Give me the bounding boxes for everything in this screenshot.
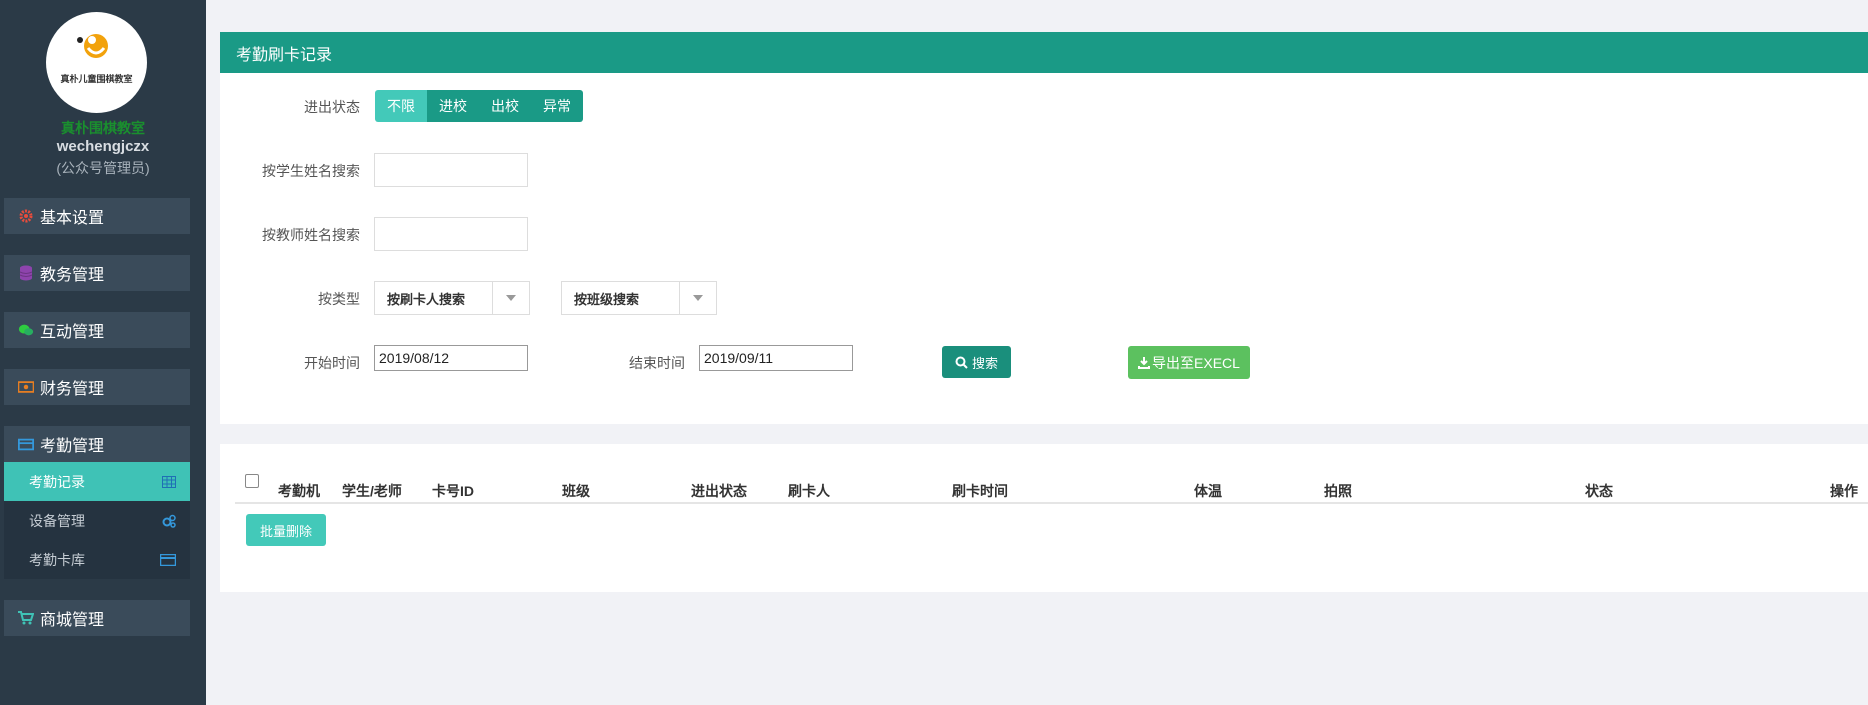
- menu-item-basic-settings[interactable]: 基本设置: [4, 198, 190, 234]
- search-button[interactable]: 搜索: [942, 346, 1011, 378]
- sidebar-item-attendance-records[interactable]: 考勤记录: [4, 462, 190, 501]
- column-header-card-id: 卡号ID: [432, 483, 474, 499]
- start-time-label: 开始时间: [304, 355, 360, 371]
- menu-item-interaction[interactable]: 互动管理: [4, 312, 190, 348]
- status-option-enter[interactable]: 进校: [427, 90, 479, 122]
- type-select[interactable]: 按刷卡人搜索: [374, 281, 530, 315]
- end-time-label: 结束时间: [629, 355, 685, 371]
- menu-item-academic[interactable]: 教务管理: [4, 255, 190, 291]
- cart-icon: [18, 611, 34, 625]
- menu-item-label: 财务管理: [40, 381, 105, 398]
- class-select-value: 按班级搜索: [574, 291, 640, 307]
- card-icon: [160, 553, 176, 566]
- export-button-label: 导出至EXECL: [1152, 354, 1240, 371]
- table-header-divider: [235, 502, 1868, 504]
- sidebar-item-card-library[interactable]: 考勤卡库: [4, 540, 190, 579]
- sidebar: 真朴儿童围棋教室 真朴围棋教室 wechengjczx (公众号管理员) 基本设…: [0, 0, 206, 705]
- sidebar-item-label: 设备管理: [29, 512, 85, 529]
- column-header-status: 进出状态: [691, 483, 747, 499]
- column-header-swipe-time: 刷卡时间: [952, 483, 1008, 499]
- account-role: (公众号管理员): [56, 160, 150, 176]
- card-icon: [18, 438, 34, 451]
- status-option-all[interactable]: 不限: [375, 90, 427, 122]
- table-icon: [162, 475, 176, 488]
- student-name-input[interactable]: [374, 153, 528, 187]
- search-button-label: 搜索: [971, 355, 998, 371]
- attendance-submenu: 考勤记录 设备管理 考勤卡库: [4, 462, 190, 579]
- column-header-actions: 操作: [1830, 483, 1858, 499]
- sidebar-item-device-management[interactable]: 设备管理: [4, 501, 190, 540]
- column-header-person: 学生/老师: [342, 483, 402, 499]
- gear-icon: [18, 209, 34, 223]
- status-option-abnormal[interactable]: 异常: [531, 90, 583, 122]
- menu-item-label: 基本设置: [40, 210, 105, 227]
- search-icon: [955, 356, 968, 369]
- logo-mark-icon: [77, 34, 108, 58]
- records-table-panel: 考勤机 学生/老师 卡号ID 班级 进出状态 刷卡人 刷卡时间 体温 拍照 状态…: [220, 444, 1868, 592]
- menu-item-label: 商城管理: [40, 612, 105, 629]
- column-header-photo: 拍照: [1324, 483, 1352, 499]
- filter-panel: 考勤刷卡记录 进出状态 不限 进校 出校 异常 按学生姓名搜索 按教师姓名搜索 …: [220, 32, 1868, 424]
- download-icon: [1138, 356, 1151, 369]
- teacher-name-input[interactable]: [374, 217, 528, 251]
- column-header-device: 考勤机: [278, 483, 320, 499]
- column-header-state: 状态: [1585, 483, 1613, 499]
- column-header-temperature: 体温: [1194, 483, 1222, 499]
- panel-title: 考勤刷卡记录: [220, 32, 1868, 73]
- status-filter-group: 不限 进校 出校 异常: [375, 90, 583, 122]
- status-option-exit[interactable]: 出校: [479, 90, 531, 122]
- sidebar-item-label: 考勤卡库: [29, 551, 85, 568]
- select-all-checkbox[interactable]: [245, 474, 259, 488]
- batch-delete-button[interactable]: 批量删除: [246, 514, 326, 546]
- status-label: 进出状态: [304, 99, 360, 115]
- column-header-swiper: 刷卡人: [788, 483, 830, 499]
- student-search-label: 按学生姓名搜索: [262, 163, 360, 179]
- logo: 真朴儿童围棋教室: [46, 12, 147, 113]
- teacher-search-label: 按教师姓名搜索: [262, 227, 360, 243]
- type-select-value: 按刷卡人搜索: [387, 291, 466, 307]
- logo-text: 真朴儿童围棋教室: [60, 74, 133, 84]
- menu-item-mall[interactable]: 商城管理: [4, 600, 190, 636]
- org-name: 真朴围棋教室: [61, 120, 145, 136]
- menu-item-label: 教务管理: [40, 267, 105, 284]
- menu-item-label: 考勤管理: [40, 438, 105, 455]
- menu-item-attendance[interactable]: 考勤管理: [4, 426, 190, 462]
- column-header-class: 班级: [562, 483, 590, 499]
- menu-item-finance[interactable]: 财务管理: [4, 369, 190, 405]
- end-date-input[interactable]: [699, 345, 853, 371]
- wechat-icon: [18, 323, 34, 337]
- account-name: wechengjczx: [56, 138, 150, 155]
- start-date-input[interactable]: [374, 345, 528, 371]
- class-select[interactable]: 按班级搜索: [561, 281, 717, 315]
- chevron-down-icon: [679, 282, 716, 314]
- chevron-down-icon: [492, 282, 529, 314]
- database-icon: [18, 265, 34, 281]
- money-icon: [18, 381, 34, 393]
- export-button[interactable]: 导出至EXECL: [1128, 346, 1250, 379]
- type-label: 按类型: [318, 291, 360, 307]
- menu-item-label: 互动管理: [40, 324, 105, 341]
- gears-icon: [162, 514, 176, 528]
- sidebar-item-label: 考勤记录: [29, 473, 85, 490]
